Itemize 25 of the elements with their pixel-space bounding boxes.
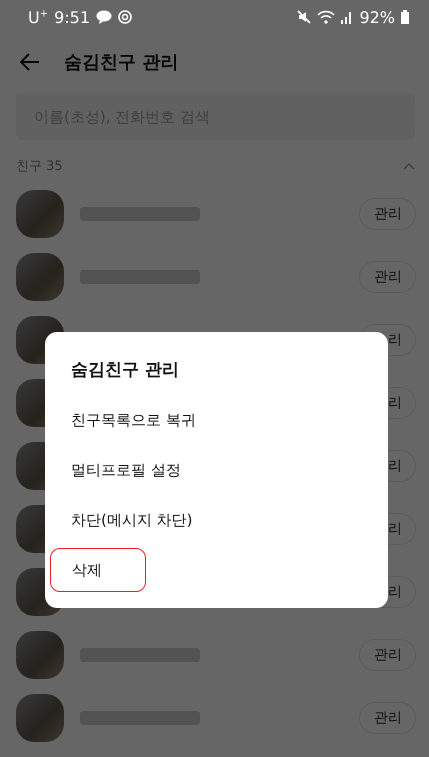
- menu-option[interactable]: 친구목록으로 복귀: [45, 395, 222, 445]
- chevron-up-icon[interactable]: [403, 162, 415, 170]
- signal-icon: [341, 10, 354, 24]
- manage-button[interactable]: 관리: [359, 260, 416, 292]
- battery-percent: 92%: [359, 8, 395, 26]
- dialog-title: 숨김친구 관리: [71, 359, 180, 381]
- carrier-label: U$^{+}$: [28, 8, 48, 26]
- menu-option[interactable]: 멀티프로필 설정: [45, 445, 207, 495]
- chat-bubble-icon: [96, 10, 112, 24]
- manage-button[interactable]: 관리: [359, 198, 416, 230]
- manage-button[interactable]: 관리: [359, 702, 416, 734]
- mute-icon: [297, 10, 312, 24]
- avatar-photo-placeholder: [16, 190, 64, 238]
- manage-button[interactable]: 관리: [359, 638, 416, 670]
- page-title: 숨김친구 관리: [64, 51, 178, 74]
- avatar-photo-placeholder: [16, 630, 64, 678]
- avatar-photo-placeholder: [16, 252, 64, 300]
- avatar-photo-placeholder: [16, 694, 64, 742]
- battery-icon: [401, 10, 409, 24]
- clock-time: 9:51: [54, 8, 90, 26]
- menu-option[interactable]: 차단(메시지 차단): [45, 495, 218, 545]
- wifi-icon: [317, 10, 336, 24]
- back-button[interactable]: [20, 53, 40, 71]
- swirl-icon: [118, 10, 132, 24]
- menu-option[interactable]: 삭제: [50, 548, 146, 592]
